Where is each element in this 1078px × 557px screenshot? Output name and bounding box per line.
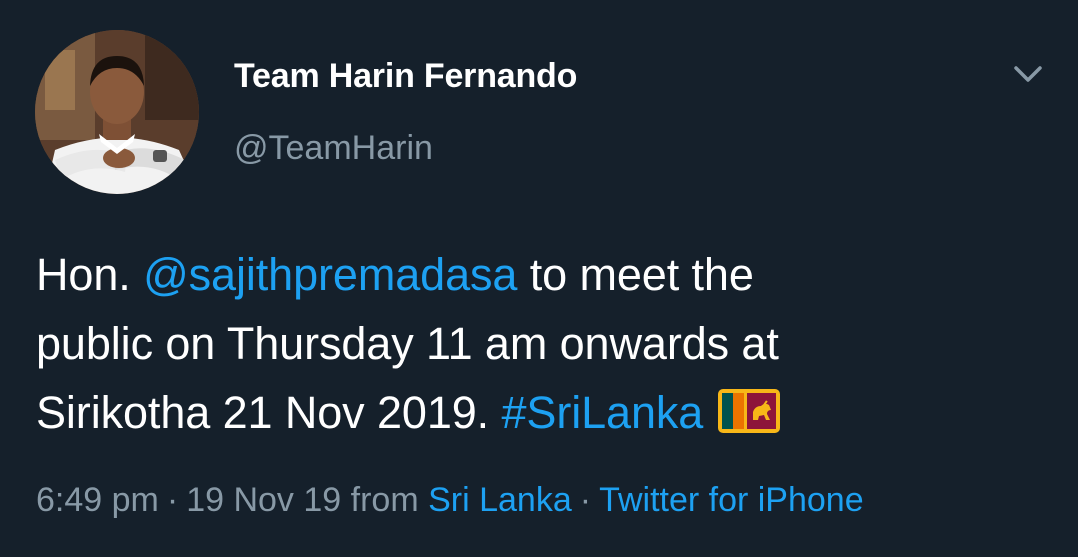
tweet-text: Hon. @sajithpremadasa to meet the public… bbox=[36, 240, 1056, 447]
tweet-line: Sirikotha 21 Nov 2019. #SriLanka bbox=[36, 378, 1056, 447]
tweet-text-segment: to meet the bbox=[517, 249, 754, 300]
profile-photo bbox=[35, 30, 199, 194]
meta-separator: · bbox=[166, 481, 179, 519]
from-label: from bbox=[350, 481, 419, 519]
tweet-time: 6:49 pm bbox=[36, 481, 159, 519]
chevron-down-icon[interactable] bbox=[1008, 58, 1048, 90]
tweet-text-segment: Sirikotha 21 Nov 2019. bbox=[36, 387, 502, 438]
client-link[interactable]: Twitter for iPhone bbox=[599, 481, 864, 519]
tweet-line: public on Thursday 11 am onwards at bbox=[36, 318, 779, 369]
location-link[interactable]: Sri Lanka bbox=[428, 481, 572, 519]
sri-lanka-flag-icon bbox=[717, 384, 781, 433]
mention-link[interactable]: @sajithpremadasa bbox=[143, 249, 517, 300]
avatar[interactable] bbox=[35, 30, 199, 194]
display-name[interactable]: Team Harin Fernando bbox=[234, 56, 577, 96]
tweet-meta: 6:49 pm · 19 Nov 19 from Sri Lanka · Twitter… bbox=[36, 478, 864, 522]
tweet-line: Hon. @sajithpremadasa to meet the bbox=[36, 240, 1056, 309]
tweet-date: 19 Nov 19 bbox=[186, 481, 342, 519]
meta-separator: · bbox=[579, 481, 592, 519]
tweet-text-segment: Hon. bbox=[36, 249, 144, 300]
hashtag-link[interactable]: #SriLanka bbox=[501, 387, 703, 438]
user-handle[interactable]: @TeamHarin bbox=[234, 128, 433, 168]
